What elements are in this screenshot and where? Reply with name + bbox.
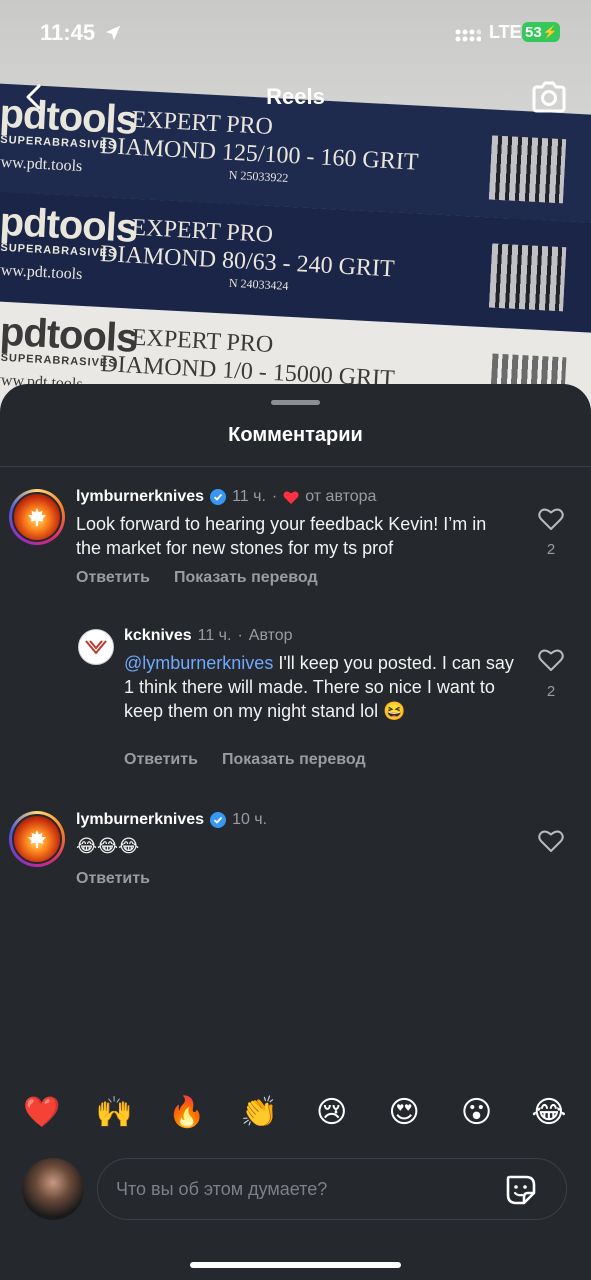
reply-button[interactable]: Ответить	[76, 870, 150, 888]
show-translation-button[interactable]: Показать перевод	[174, 569, 318, 587]
reply-button[interactable]: Ответить	[124, 751, 198, 769]
cellular-signal-icon	[455, 29, 481, 42]
verified-badge-icon	[210, 489, 227, 505]
reel-video-frame[interactable]: pdtools SUPERABRASIVES www.pdt.tools EXP…	[0, 0, 591, 420]
comment-actions: Ответить	[76, 870, 150, 888]
reaction-heart-eyes[interactable]: 😍	[382, 1093, 426, 1133]
avatar[interactable]	[9, 489, 65, 545]
camera-icon[interactable]	[530, 80, 568, 114]
comment-time: 11 ч.	[232, 488, 266, 505]
network-type: LTE	[489, 22, 522, 42]
sheet-title: Комментарии	[228, 424, 363, 446]
mention-link[interactable]: @lymburnerknives	[124, 653, 273, 673]
current-user-avatar	[22, 1158, 84, 1220]
qr-code	[488, 243, 567, 312]
box-url: www.pdt.tools	[0, 153, 83, 176]
page-title: Reels	[266, 84, 325, 109]
comment-input[interactable]: Что вы об этом думаете?	[97, 1158, 567, 1220]
kc-logo-icon	[85, 640, 107, 655]
comment-time: 10 ч.	[232, 811, 268, 828]
reaction-surprised[interactable]: 😮	[455, 1093, 499, 1133]
comment-meta: lymburnerknives 11 ч. · от автора	[76, 488, 376, 506]
reaction-sad[interactable]: 😢	[310, 1093, 354, 1133]
sheet-grabber[interactable]	[271, 400, 320, 405]
status-time: 11:45	[40, 20, 96, 45]
reaction-fire[interactable]: 🔥	[165, 1093, 209, 1133]
quick-reactions-bar: ❤️ 🙌 🔥 👏 😢 😍 😮 😂	[20, 1093, 571, 1133]
like-heart-icon[interactable]	[538, 507, 564, 531]
author-liked-heart-icon	[283, 490, 299, 504]
liked-by-author-label: от автора	[305, 488, 377, 505]
like-heart-icon[interactable]	[538, 829, 564, 853]
avatar[interactable]	[9, 811, 65, 867]
box-serial: N 25033922	[228, 167, 289, 185]
avatar[interactable]	[78, 629, 114, 665]
comment-meta: kcknives 11 ч. · Автор	[124, 627, 293, 645]
like-count: 2	[546, 541, 556, 558]
divider	[0, 466, 591, 467]
verified-badge-icon	[210, 812, 227, 828]
qr-code	[488, 135, 567, 204]
dot-separator: ·	[271, 488, 278, 505]
maple-leaf-icon	[27, 507, 47, 527]
charging-bolt-icon: ⚡	[542, 25, 558, 39]
comment-meta: lymburnerknives 10 ч.	[76, 811, 267, 829]
reaction-clap[interactable]: 👏	[237, 1093, 281, 1133]
username[interactable]: lymburnerknives	[76, 488, 204, 506]
comment-text: @lymburnerknives I'll keep you posted. I…	[124, 651, 514, 723]
comment-text: Look forward to hearing your feedback Ke…	[76, 514, 487, 558]
sticker-icon[interactable]	[504, 1173, 538, 1207]
location-arrow-icon	[105, 25, 121, 41]
username[interactable]: lymburnerknives	[76, 811, 204, 829]
status-bar: 11:45 LTE 53 ⚡	[0, 0, 591, 62]
comment-input-placeholder: Что вы об этом думаете?	[116, 1179, 328, 1199]
author-badge: Автор	[248, 627, 293, 644]
reaction-laughing[interactable]: 😂	[527, 1093, 571, 1133]
comment-text: 😂😂😂	[76, 836, 140, 857]
comment-time: 11 ч.	[197, 627, 232, 644]
maple-leaf-icon	[27, 829, 47, 849]
comment-actions: Ответить Показать перевод	[76, 569, 318, 587]
battery-indicator: 53 ⚡	[522, 22, 560, 42]
reaction-heart[interactable]: ❤️	[20, 1093, 64, 1133]
username[interactable]: kcknives	[124, 627, 192, 645]
like-heart-icon[interactable]	[538, 648, 564, 672]
show-translation-button[interactable]: Показать перевод	[222, 751, 366, 769]
reels-comments-screen: pdtools SUPERABRASIVES www.pdt.tools EXP…	[0, 0, 591, 1280]
battery-level: 53	[525, 23, 542, 41]
dot-separator: ·	[237, 627, 243, 644]
box-url: www.pdt.tools	[0, 261, 83, 284]
home-indicator[interactable]	[190, 1262, 401, 1268]
like-count: 2	[546, 683, 556, 700]
reply-button[interactable]: Ответить	[76, 569, 150, 587]
comment-actions: Ответить Показать перевод	[124, 751, 366, 769]
box-serial: N 24033424	[228, 275, 289, 293]
reaction-raised-hands[interactable]: 🙌	[92, 1093, 136, 1133]
